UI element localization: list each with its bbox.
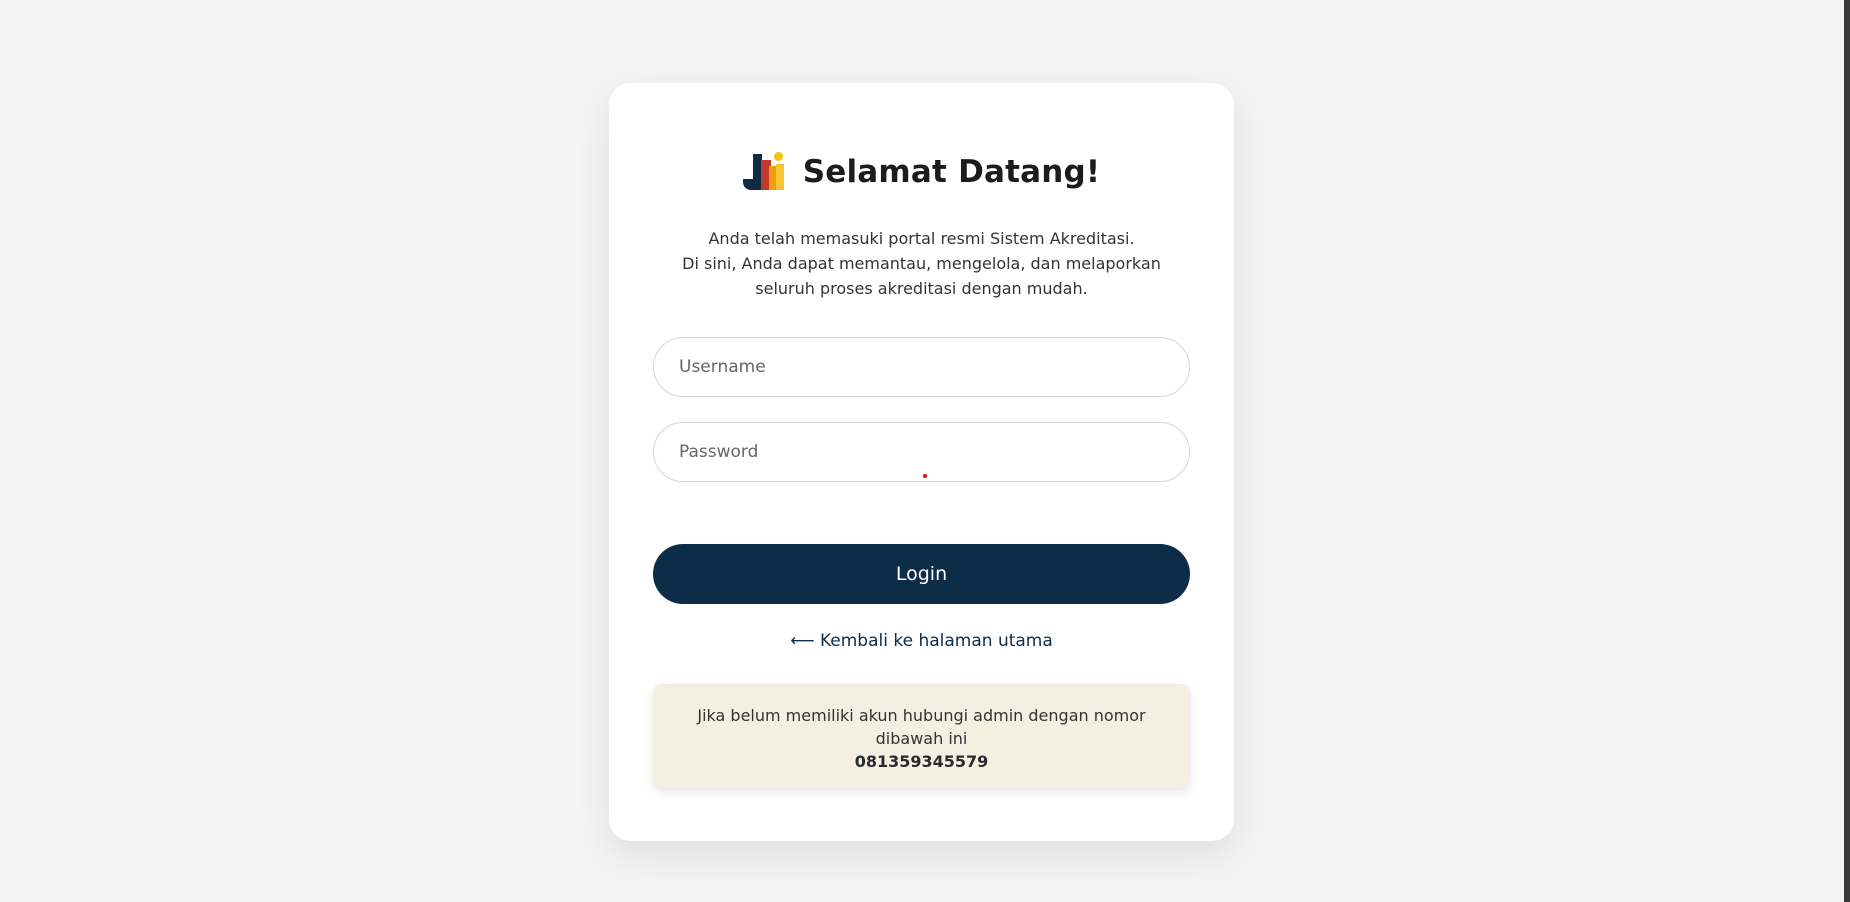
brand-logo-icon <box>742 152 785 192</box>
account-notice: Jika belum memiliki akun hubungi admin d… <box>653 684 1190 788</box>
page-title: Selamat Datang! <box>802 154 1101 190</box>
admin-phone-number: 081359345579 <box>854 752 989 771</box>
notice-line-2: dibawah ini <box>875 729 968 748</box>
cursor-marker <box>923 474 927 478</box>
window-edge <box>1844 0 1850 902</box>
back-to-home-link[interactable]: ⟵ Kembali ke halaman utama <box>609 631 1234 651</box>
notice-line-1: Jika belum memiliki akun hubungi admin d… <box>697 706 1146 725</box>
description-line-2: Di sini, Anda dapat memantau, mengelola,… <box>682 254 1161 273</box>
login-button[interactable]: Login <box>653 544 1190 604</box>
description-line-3: seluruh proses akreditasi dengan mudah. <box>755 279 1088 298</box>
welcome-description: Anda telah memasuki portal resmi Sistem … <box>669 226 1174 301</box>
login-card: Selamat Datang! Anda telah memasuki port… <box>609 83 1234 841</box>
card-header: Selamat Datang! <box>609 152 1234 192</box>
username-input[interactable] <box>653 337 1190 397</box>
password-input[interactable] <box>653 422 1190 482</box>
description-line-1: Anda telah memasuki portal resmi Sistem … <box>708 229 1135 248</box>
